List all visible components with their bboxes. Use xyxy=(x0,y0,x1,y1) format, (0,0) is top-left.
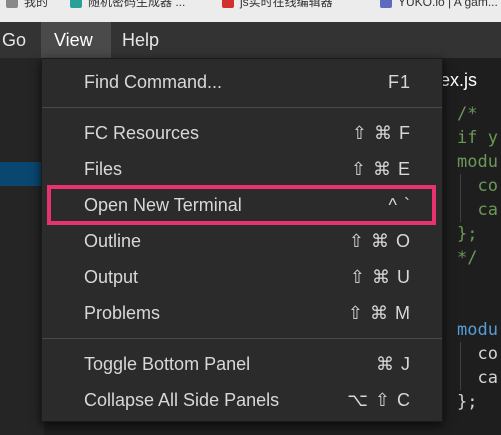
menu-item-find-command[interactable]: Find Command... F1 xyxy=(42,64,442,100)
menu-item-shortcut: ⇧ ⌘ U xyxy=(349,267,411,287)
menu-item-label: Output xyxy=(84,267,139,287)
bookmark-favicon xyxy=(222,0,234,8)
menu-go[interactable]: Go xyxy=(0,22,36,58)
menu-item-label: Collapse All Side Panels xyxy=(84,390,280,410)
menu-item-problems[interactable]: Problems ⇧ ⌘ M xyxy=(42,295,442,331)
menu-item-label: Files xyxy=(84,159,123,179)
app-menubar: Go View Help xyxy=(0,22,501,58)
menu-item-shortcut: ⇧ ⌘ O xyxy=(348,231,411,251)
menu-item-label: Problems xyxy=(84,303,161,323)
menu-item-shortcut: ⇧ ⌘ E xyxy=(350,159,411,179)
menu-item-outline[interactable]: Outline ⇧ ⌘ O xyxy=(42,223,442,259)
menu-item-label: Toggle Bottom Panel xyxy=(84,354,251,374)
view-menu-dropdown: Find Command... F1 FC Resources ⇧ ⌘ F Files ⇧… xyxy=(41,58,443,422)
menu-item-label: Outline xyxy=(84,231,142,251)
code-line: /* xyxy=(457,104,478,124)
bookmark-item[interactable]: 随机密码生成器 ... xyxy=(70,0,185,10)
code-line: co xyxy=(457,344,498,364)
menu-help[interactable]: Help xyxy=(112,22,169,58)
code-line: }; xyxy=(457,392,478,412)
code-line: modu xyxy=(457,320,498,340)
menu-separator xyxy=(42,107,442,108)
menu-item-output[interactable]: Output ⇧ ⌘ U xyxy=(42,259,442,295)
bookmark-label: YUKO.io | A gam... xyxy=(398,0,498,9)
code-line: if y xyxy=(457,128,498,148)
code-line: */ xyxy=(457,248,478,268)
menu-separator xyxy=(42,338,442,339)
selected-row[interactable] xyxy=(0,162,44,186)
code-line: ca xyxy=(457,200,498,220)
menu-view[interactable]: View xyxy=(41,22,111,58)
menu-item-shortcut: ⇧ ⌘ M xyxy=(347,303,411,323)
code-editor[interactable]: /* if y modu co ca}; */ modu co ca}; xyxy=(444,102,501,435)
code-line: }; xyxy=(457,224,478,244)
code-line: ca xyxy=(457,368,498,388)
folder-icon xyxy=(6,0,18,8)
indent-guide xyxy=(460,342,461,390)
menu-item-shortcut: ⇧ ⌘ F xyxy=(351,123,411,143)
menu-item-open-new-terminal[interactable]: Open New Terminal ^ ` xyxy=(42,187,442,223)
code-line: modu xyxy=(457,152,498,172)
menu-item-shortcut: ⌥ ⇧ C xyxy=(347,390,411,410)
screen: 我的 随机密码生成器 ... js实时在线编辑器 YUKO.io | A gam… xyxy=(0,0,501,435)
code-line: co xyxy=(457,176,498,196)
menu-item-shortcut: ⌘ J xyxy=(375,354,411,374)
menu-item-label: Open New Terminal xyxy=(84,195,242,215)
bookmark-item[interactable]: 我的 xyxy=(6,0,48,10)
bookmark-item[interactable]: js实时在线编辑器 xyxy=(222,0,333,10)
bookmark-favicon xyxy=(380,0,392,8)
menu-item-label: Find Command... xyxy=(84,72,223,92)
explorer-sidebar xyxy=(0,58,44,435)
menu-item-fc-resources[interactable]: FC Resources ⇧ ⌘ F xyxy=(42,115,442,151)
menu-item-toggle-bottom-panel[interactable]: Toggle Bottom Panel ⌘ J xyxy=(42,346,442,382)
bookmark-label: js实时在线编辑器 xyxy=(240,0,333,9)
bookmark-item[interactable]: YUKO.io | A gam... xyxy=(380,0,498,10)
indent-guide xyxy=(460,174,461,222)
menu-item-shortcut: F1 xyxy=(387,72,411,92)
menu-item-shortcut: ^ ` xyxy=(388,195,411,215)
bookmarks-bar: 我的 随机密码生成器 ... js实时在线编辑器 YUKO.io | A gam… xyxy=(0,0,501,22)
bookmark-label: 我的 xyxy=(24,0,49,9)
menu-item-files[interactable]: Files ⇧ ⌘ E xyxy=(42,151,442,187)
menu-item-label: FC Resources xyxy=(84,123,200,143)
bookmark-favicon xyxy=(70,0,82,8)
bookmark-label: 随机密码生成器 ... xyxy=(88,0,186,9)
menu-item-collapse-all-side-panels[interactable]: Collapse All Side Panels ⌥ ⇧ C xyxy=(42,382,442,418)
